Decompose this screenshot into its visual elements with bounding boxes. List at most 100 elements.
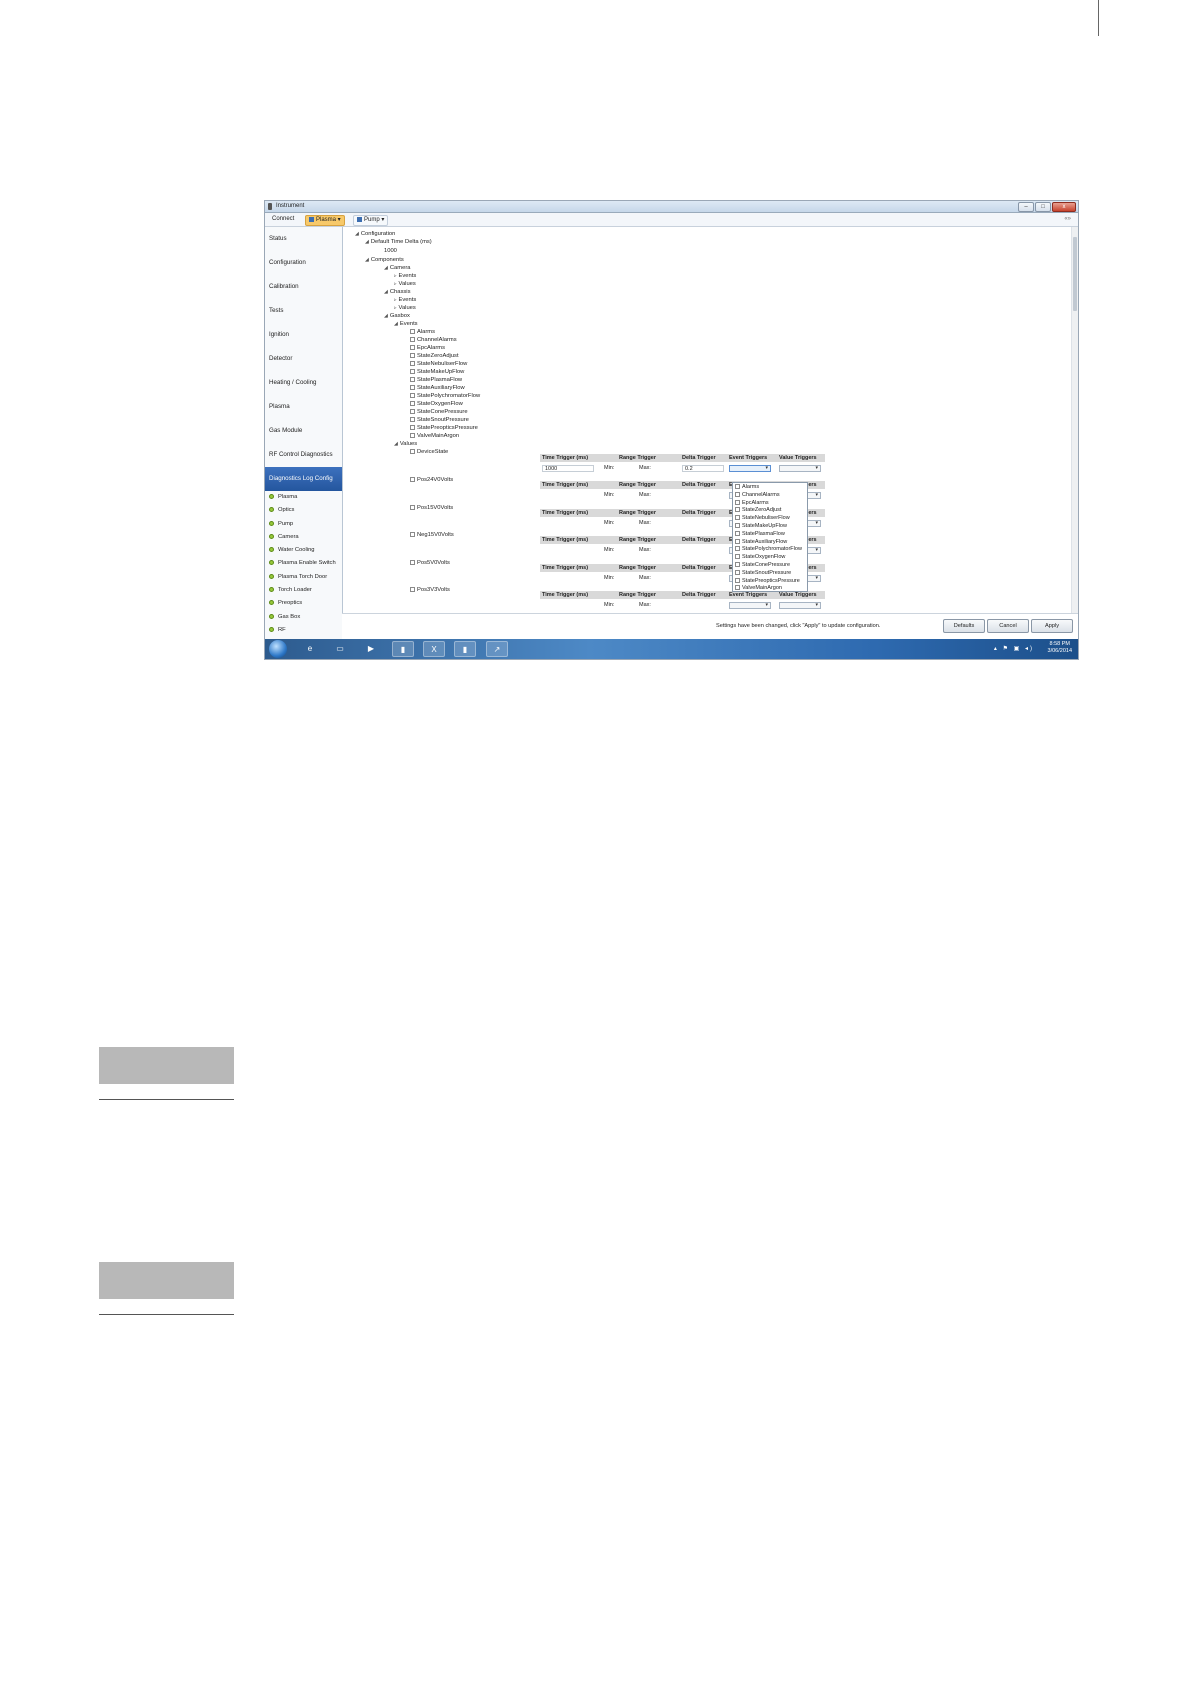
checkbox[interactable] bbox=[410, 505, 415, 510]
scrollbar-thumb[interactable] bbox=[1073, 237, 1077, 311]
subitem-torch-loader[interactable]: Torch Loader bbox=[265, 584, 342, 597]
checkbox[interactable] bbox=[735, 546, 740, 552]
dropdown-option[interactable]: StatePlasmaFlow bbox=[733, 530, 807, 539]
subitem-camera[interactable]: Camera bbox=[265, 531, 342, 544]
event-checkbox-row[interactable]: StatePlasmaFlow bbox=[410, 376, 462, 384]
sidebar-item-tests[interactable]: Tests bbox=[265, 299, 342, 323]
checkbox[interactable] bbox=[410, 425, 415, 430]
checkbox[interactable] bbox=[410, 345, 415, 350]
dropdown-option[interactable]: Alarms bbox=[733, 484, 807, 492]
event-checkbox-row[interactable]: StateSnoutPressure bbox=[410, 416, 469, 424]
checkbox[interactable] bbox=[410, 353, 415, 358]
dropdown-option[interactable]: StateMakeUpFlow bbox=[733, 522, 807, 531]
event-checkbox-row[interactable]: StateConePressure bbox=[410, 408, 468, 416]
tree-node-components[interactable]: ◢ Components bbox=[365, 256, 404, 264]
checkbox[interactable] bbox=[735, 561, 740, 567]
event-triggers-dropdown[interactable]: ▾ bbox=[729, 602, 771, 609]
tree-node-configuration[interactable]: ◢ Configuration bbox=[355, 230, 395, 238]
sidebar-item-gas-module[interactable]: Gas Module bbox=[265, 419, 342, 443]
checkbox[interactable] bbox=[410, 329, 415, 334]
sidebar-item-heating-cooling[interactable]: Heating / Cooling bbox=[265, 371, 342, 395]
dropdown-option[interactable]: StateOxygenFlow bbox=[733, 554, 807, 562]
value-checkbox-row[interactable]: Pos15V0Volts bbox=[410, 504, 453, 512]
minimize-button[interactable]: – bbox=[1018, 202, 1034, 212]
event-checkbox-row[interactable]: ChannelAlarms bbox=[410, 336, 457, 344]
delta-trigger-input[interactable]: 0.2 bbox=[682, 465, 724, 472]
subitem-rf[interactable]: RF bbox=[265, 624, 342, 637]
checkbox[interactable] bbox=[735, 554, 740, 560]
sidebar-item-diagnostics-log-config[interactable]: Diagnostics Log Config bbox=[265, 467, 342, 491]
dropdown-option[interactable]: ValveMainArgon bbox=[733, 585, 807, 593]
internet-explorer-icon[interactable]: e bbox=[299, 641, 321, 657]
checkbox[interactable] bbox=[410, 477, 415, 482]
instrument-app-2-icon[interactable]: ▮ bbox=[454, 641, 476, 657]
tree-node-gasbox-events[interactable]: ◢ Events bbox=[394, 320, 418, 328]
checkbox[interactable] bbox=[735, 507, 740, 513]
event-triggers-dropdown[interactable]: ▾ bbox=[729, 465, 771, 472]
value-triggers-dropdown[interactable]: ▾ bbox=[779, 602, 821, 609]
tree-node-chassis-events[interactable]: ▹ Events bbox=[394, 296, 416, 304]
sidebar-item-detector[interactable]: Detector bbox=[265, 347, 342, 371]
apply-button[interactable]: Apply bbox=[1031, 619, 1073, 633]
event-checkbox-row[interactable]: StateZeroAdjust bbox=[410, 352, 459, 360]
value-checkbox-row[interactable]: DeviceState bbox=[410, 448, 448, 456]
vertical-scrollbar[interactable] bbox=[1071, 227, 1078, 614]
subitem-gas-box[interactable]: Gas Box bbox=[265, 611, 342, 624]
plasma-menu-button[interactable]: Plasma ▾ bbox=[305, 215, 345, 226]
checkbox[interactable] bbox=[735, 577, 740, 583]
checkbox[interactable] bbox=[410, 401, 415, 406]
sidebar-item-plasma[interactable]: Plasma bbox=[265, 395, 342, 419]
tree-node-gasbox[interactable]: ◢ Gasbox bbox=[384, 312, 410, 320]
pump-menu-button[interactable]: Pump ▾ bbox=[353, 215, 389, 226]
subitem-plasma-enable-switch[interactable]: Plasma Enable Switch bbox=[265, 557, 342, 570]
dropdown-option[interactable]: EpcAlarms bbox=[733, 499, 807, 508]
dropdown-option[interactable]: StateNebuliserFlow bbox=[733, 515, 807, 523]
checkbox[interactable] bbox=[735, 499, 740, 505]
tree-node-camera-values[interactable]: ▹ Values bbox=[394, 280, 416, 288]
subitem-water-cooling[interactable]: Water Cooling bbox=[265, 544, 342, 557]
dropdown-option[interactable]: StateAuxiliaryFlow bbox=[733, 538, 807, 547]
close-button[interactable]: x bbox=[1052, 202, 1076, 212]
value-checkbox-row[interactable]: Pos5V0Volts bbox=[410, 559, 450, 567]
checkbox[interactable] bbox=[735, 530, 740, 536]
checkbox[interactable] bbox=[410, 369, 415, 374]
system-tray-icons[interactable]: ▴ ⚑ ▣ ◂) bbox=[994, 645, 1034, 652]
defaults-button[interactable]: Defaults bbox=[943, 619, 985, 633]
instrument-app-icon[interactable]: ▮ bbox=[392, 641, 414, 657]
checkbox[interactable] bbox=[410, 449, 415, 454]
event-checkbox-row[interactable]: StateAuxiliaryFlow bbox=[410, 384, 465, 392]
dropdown-option[interactable]: StateConePressure bbox=[733, 561, 807, 570]
event-checkbox-row[interactable]: ValveMainArgon bbox=[410, 432, 459, 440]
subitem-plasma[interactable]: Plasma bbox=[265, 491, 342, 504]
start-button[interactable] bbox=[269, 640, 287, 658]
checkbox[interactable] bbox=[735, 585, 740, 591]
collapse-toggle[interactable]: «» bbox=[1061, 215, 1074, 224]
event-checkbox-row[interactable]: StatePreopticsPressure bbox=[410, 424, 478, 432]
checkbox[interactable] bbox=[410, 532, 415, 537]
value-checkbox-row[interactable]: Pos3V3Volts bbox=[410, 586, 450, 594]
checkbox[interactable] bbox=[410, 417, 415, 422]
checkbox[interactable] bbox=[410, 433, 415, 438]
dropdown-option[interactable]: StatePreopticsPressure bbox=[733, 577, 807, 586]
tree-node-camera-events[interactable]: ▹ Events bbox=[394, 272, 416, 280]
sidebar-item-configuration[interactable]: Configuration bbox=[265, 251, 342, 275]
event-checkbox-row[interactable]: StateOxygenFlow bbox=[410, 400, 463, 408]
graph-app-icon[interactable]: ↗ bbox=[486, 641, 508, 657]
sidebar-item-status[interactable]: Status bbox=[265, 227, 342, 251]
title-bar[interactable]: Instrument – □ x bbox=[265, 201, 1078, 213]
checkbox[interactable] bbox=[410, 361, 415, 366]
checkbox[interactable] bbox=[410, 385, 415, 390]
checkbox[interactable] bbox=[410, 560, 415, 565]
subitem-preoptics[interactable]: Preoptics bbox=[265, 597, 342, 610]
event-checkbox-row[interactable]: EpcAlarms bbox=[410, 344, 445, 352]
sidebar-item-ignition[interactable]: Ignition bbox=[265, 323, 342, 347]
value-checkbox-row[interactable]: Neg15V0Volts bbox=[410, 531, 454, 539]
dropdown-option[interactable]: ChannelAlarms bbox=[733, 491, 807, 500]
event-checkbox-row[interactable]: Alarms bbox=[410, 328, 435, 336]
checkbox[interactable] bbox=[735, 569, 740, 575]
checkbox[interactable] bbox=[735, 515, 740, 521]
subitem-optics[interactable]: Optics bbox=[265, 504, 342, 517]
checkbox[interactable] bbox=[410, 409, 415, 414]
event-checkbox-row[interactable]: StateMakeUpFlow bbox=[410, 368, 464, 376]
checkbox[interactable] bbox=[735, 538, 740, 544]
